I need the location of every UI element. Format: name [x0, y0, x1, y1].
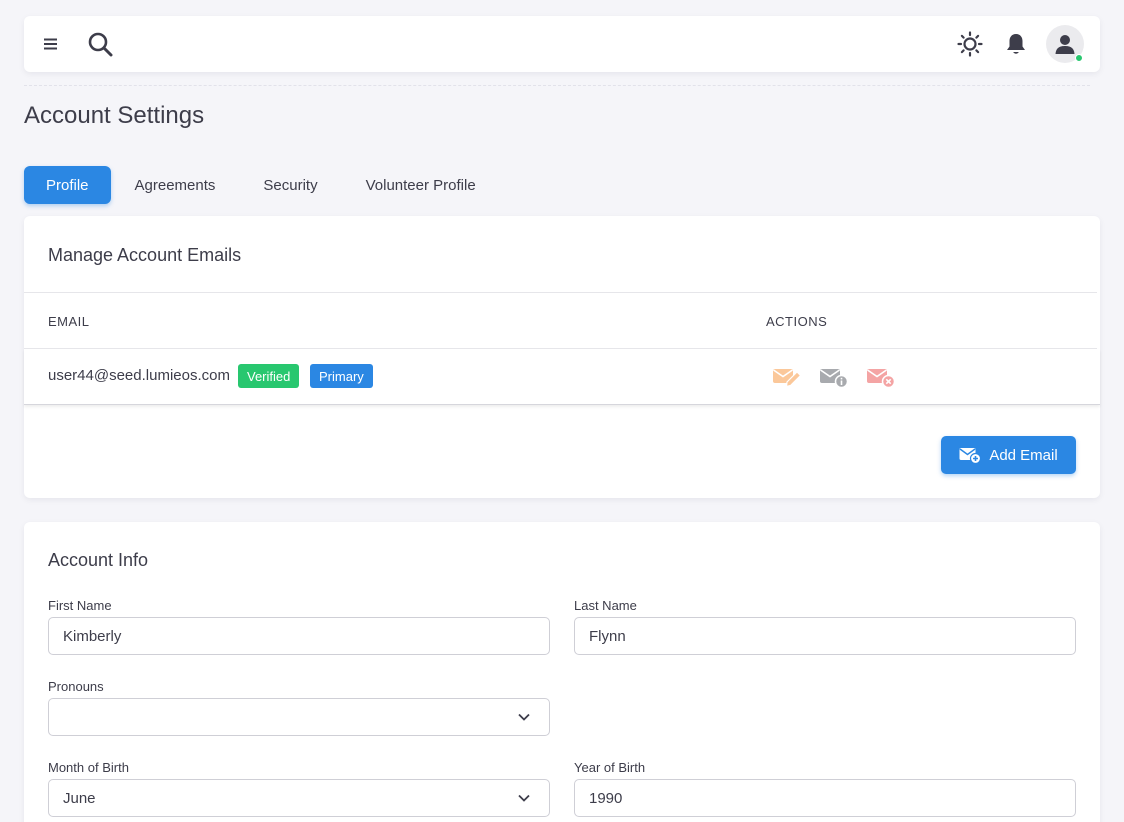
pronouns-label: Pronouns: [48, 679, 104, 694]
chevron-down-icon: [518, 713, 530, 721]
bell-icon[interactable]: [1004, 32, 1028, 56]
account-info-title: Account Info: [48, 550, 149, 570]
sun-icon[interactable]: [956, 30, 984, 58]
tab-agreements[interactable]: Agreements: [111, 166, 240, 204]
first-name-value: Kimberly: [63, 627, 122, 645]
column-header-actions: ACTIONS: [766, 314, 828, 329]
add-email-button[interactable]: Add Email: [941, 436, 1076, 474]
first-name-label: First Name: [48, 598, 112, 613]
month-of-birth-select[interactable]: June: [48, 779, 550, 817]
online-status-dot: [1075, 54, 1083, 62]
add-email-label: Add Email: [989, 446, 1058, 464]
email-add-icon: [959, 448, 982, 464]
tab-profile[interactable]: Profile: [24, 166, 111, 204]
email-address: user44@seed.lumieos.com: [48, 367, 230, 384]
month-of-birth-value: June: [63, 789, 96, 807]
last-name-field[interactable]: Flynn: [574, 617, 1076, 655]
settings-tabs: Profile Agreements Security Volunteer Pr…: [24, 166, 500, 204]
pronouns-select[interactable]: [48, 698, 550, 736]
chevron-down-icon: [518, 794, 530, 802]
primary-badge: Primary: [310, 364, 373, 388]
navbar-actions: [956, 25, 1084, 63]
account-info-card: Account Info First Name Kimberly Last Na…: [24, 522, 1100, 822]
user-icon: [1055, 35, 1075, 54]
email-delete-icon[interactable]: [866, 365, 896, 389]
first-name-field[interactable]: Kimberly: [48, 617, 550, 655]
top-navbar: [24, 16, 1100, 72]
emails-table-header: EMAIL ACTIONS: [24, 292, 1097, 349]
year-of-birth-label: Year of Birth: [574, 760, 646, 775]
email-info-icon[interactable]: [819, 365, 849, 389]
year-of-birth-value: 1990: [589, 789, 623, 807]
hamburger-icon[interactable]: [42, 35, 60, 53]
email-edit-icon[interactable]: [772, 365, 802, 389]
month-of-birth-label: Month of Birth: [48, 760, 129, 775]
divider: [24, 85, 1090, 86]
tab-security[interactable]: Security: [239, 166, 341, 204]
emails-card: Manage Account Emails EMAIL ACTIONS user…: [24, 216, 1100, 498]
emails-card-title: Manage Account Emails: [48, 245, 242, 265]
column-header-email: EMAIL: [48, 314, 90, 329]
page-title: Account Settings: [24, 102, 205, 129]
search-icon[interactable]: [86, 30, 114, 58]
year-of-birth-field[interactable]: 1990: [574, 779, 1076, 817]
verified-badge: Verified: [238, 364, 300, 388]
last-name-value: Flynn: [589, 627, 626, 645]
tab-volunteer-profile[interactable]: Volunteer Profile: [342, 166, 500, 204]
avatar[interactable]: [1046, 25, 1084, 63]
last-name-label: Last Name: [574, 598, 637, 613]
table-row: user44@seed.lumieos.com Verified Primary: [24, 349, 1100, 405]
